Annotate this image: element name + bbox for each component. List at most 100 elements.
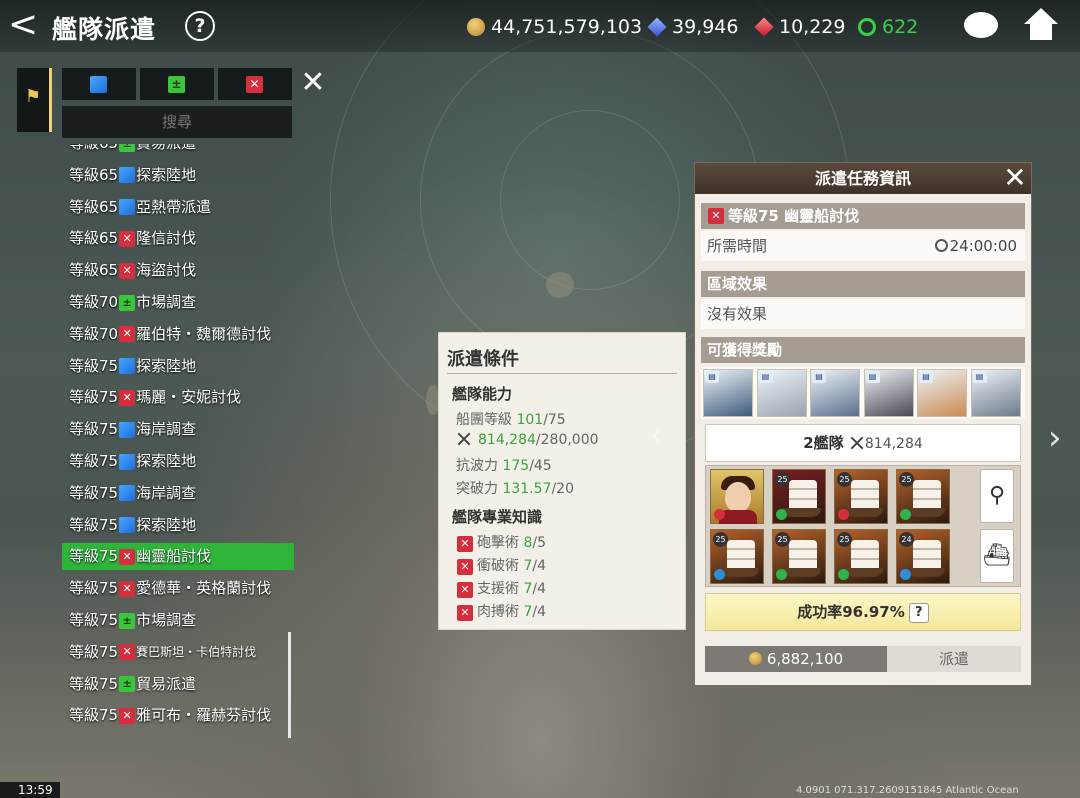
reward-bar: 可獲得獎勵 <box>701 337 1025 363</box>
ship-slot[interactable]: 25 <box>834 529 888 584</box>
wing-armor-icon[interactable]: ▤ <box>810 369 860 417</box>
mission-list-item[interactable]: 等級75 ± 貿易派遣 <box>62 671 294 698</box>
mission-level: 等級65 <box>69 229 119 248</box>
sea-creature-icon[interactable]: ▤ <box>703 369 753 417</box>
region-effect-row: 沒有效果 <box>701 299 1025 329</box>
ship-role-icon <box>776 569 787 580</box>
cannon-icon[interactable]: ▤ <box>863 369 914 417</box>
trade-icon: ± <box>119 144 136 152</box>
ship-sail-icon <box>727 540 755 570</box>
ship-role-icon <box>838 569 849 580</box>
fleet-ship-icon[interactable]: ⛴ <box>980 529 1014 583</box>
mission-list-item[interactable]: 等級75 海岸調查 <box>62 480 294 507</box>
ship-hull-icon <box>721 568 759 577</box>
mission-list-item[interactable]: 等級75 探索陸地 <box>62 512 294 539</box>
mission-level: 等級65 <box>69 197 119 216</box>
condition-label: 衝破術 <box>477 558 524 574</box>
captain-portrait[interactable] <box>710 469 764 524</box>
mission-list-item[interactable]: 等級70 ✕ 羅伯特・魏爾德討伐 <box>62 321 294 348</box>
mission-name: 瑪麗・安妮討伐 <box>136 388 242 407</box>
mission-level: 等級75 <box>69 579 119 598</box>
mission-list-item[interactable]: 等級75 探索陸地 <box>62 353 294 380</box>
mission-name: 隆信討伐 <box>136 229 197 248</box>
filter-tab-battle[interactable]: ✕ <box>218 68 292 100</box>
battle-icon: ✕ <box>119 580 136 597</box>
crossed-swords-icon <box>849 436 865 450</box>
mission-list-item[interactable]: 等級75 ✕ 雅可布・羅赫芬討伐 <box>62 702 294 729</box>
map-compass-ring <box>500 110 680 290</box>
mission-list-item[interactable]: 等級75 探索陸地 <box>62 448 294 475</box>
battle-icon: ✕ <box>119 230 136 247</box>
mission-name: 探索陸地 <box>136 165 197 184</box>
mission-list-item[interactable]: 等級75 ✕ 愛德華・英格蘭討伐 <box>62 575 294 602</box>
ship-slot[interactable]: 25 <box>772 529 826 584</box>
ship-grid: ⚲ ⛴ 25 25 25 25 25 25 24 <box>705 465 1021 587</box>
reward-badge-icon: ▤ <box>705 371 719 383</box>
prev-arrow-icon[interactable]: ‹ <box>650 418 662 453</box>
battle-icon: ✕ <box>246 76 263 93</box>
search-input[interactable] <box>62 106 292 138</box>
next-arrow-icon[interactable]: › <box>1048 418 1062 458</box>
chat-icon[interactable] <box>964 12 998 38</box>
ship-slot[interactable]: 24 <box>896 529 950 584</box>
anchor-icon[interactable]: ▤ <box>970 369 1021 417</box>
condition-current: 131.57 <box>502 481 552 497</box>
success-help-button[interactable]: ? <box>908 603 929 623</box>
mission-list-item[interactable]: 等級65 ✕ 海盜討伐 <box>62 257 294 284</box>
mission-list-item[interactable]: 等級65 探索陸地 <box>62 162 294 189</box>
mission-list-item[interactable]: 等級65 亞熱帶派遣 <box>62 194 294 221</box>
home-icon[interactable] <box>1024 8 1058 42</box>
reward-list: ▤ ▤ ▤ ▤ ▤ ▤ <box>701 367 1025 419</box>
dispatch-cost: 6,882,100 <box>705 646 887 672</box>
filter-close-button[interactable]: ✕ <box>298 68 328 98</box>
explore-icon <box>119 199 136 216</box>
list-scrollbar[interactable] <box>288 632 291 738</box>
wood-planks-icon[interactable]: ▤ <box>917 369 967 417</box>
condition-required: /4 <box>532 558 546 574</box>
info-close-button[interactable]: ✕ <box>999 163 1031 194</box>
ship-slot[interactable]: 25 <box>772 469 826 524</box>
mission-level: 等級70 <box>69 324 119 343</box>
condition-required: /4 <box>532 581 546 597</box>
mission-list-item[interactable]: 等級65 ✕ 隆信討伐 <box>62 225 294 252</box>
battle-icon: ✕ <box>708 208 724 224</box>
map-coordinates: 4.0901 071.317.2609151845 Atlantic Ocean <box>796 785 1019 796</box>
fleet-summary[interactable]: 2艦隊 814,284 <box>705 424 1021 462</box>
condition-required: /5 <box>532 535 546 551</box>
mission-list-item[interactable]: 等級75 ✕ 瑪麗・安妮討伐 <box>62 384 294 411</box>
condition-label: 抗波力 <box>456 458 503 474</box>
filter-flag-button[interactable]: ⚑ <box>17 68 52 132</box>
dispatch-button[interactable]: 派遣 <box>887 646 1021 672</box>
magnifier-icon[interactable]: ⚲ <box>980 469 1014 523</box>
fleet-power: 814,284 <box>864 436 923 452</box>
ship-sail-icon <box>851 480 879 510</box>
mission-list-item[interactable]: 等級75 ✕ 幽靈船討伐 <box>62 543 294 571</box>
ship-role-icon <box>776 509 787 520</box>
mission-list-item[interactable]: 等級65±貿易派遣 <box>62 144 294 157</box>
mission-list[interactable]: 等級65±貿易派遣等級65探索陸地等級65亞熱帶派遣等級65✕隆信討伐等級65✕… <box>62 144 294 744</box>
trade-icon: ± <box>119 676 136 693</box>
fleet-ability-row: 船團等級 101/75 <box>456 409 566 429</box>
ship-slot[interactable]: 25 <box>710 529 764 584</box>
mission-level: 等級65 <box>69 261 119 280</box>
ship-slot[interactable]: 25 <box>834 469 888 524</box>
gold-coin-icon <box>748 652 762 665</box>
ship-sail-icon <box>851 540 879 570</box>
mission-list-item[interactable]: 等級75 海岸調查 <box>62 416 294 443</box>
mission-level: 等級75 <box>69 706 119 725</box>
explore-icon <box>119 167 136 184</box>
skill-row: ✕ 砲擊術 8/5 <box>456 532 546 552</box>
help-button[interactable]: ? <box>185 11 215 41</box>
mission-list-item[interactable]: 等級75 ± 市場調查 <box>62 607 294 634</box>
filter-tab-explore[interactable] <box>62 68 136 100</box>
condition-required: /45 <box>529 458 552 474</box>
mission-level: 等級70 <box>69 293 119 311</box>
battle-icon: ✕ <box>457 582 473 598</box>
mission-list-item[interactable]: 等級75 ✕ 賽巴斯坦・卡伯特討伐 <box>62 639 294 666</box>
ship-slot[interactable]: 25 <box>896 469 950 524</box>
back-button[interactable]: < <box>8 6 42 46</box>
mission-list-item[interactable]: 等級70 ± 市場調查 <box>62 289 294 316</box>
filter-tab-trade[interactable]: ± <box>140 68 214 100</box>
explore-icon <box>119 358 136 375</box>
sail-cloth-icon[interactable]: ▤ <box>756 369 807 417</box>
